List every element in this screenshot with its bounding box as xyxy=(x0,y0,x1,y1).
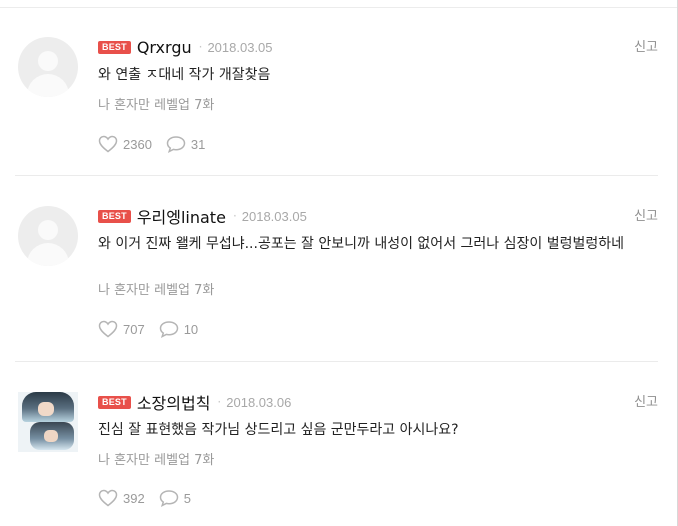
report-button[interactable]: 신고 xyxy=(634,205,658,224)
reply-count: 5 xyxy=(183,490,191,506)
heart-icon xyxy=(98,135,118,153)
comment-date: 2018.03.06 xyxy=(226,394,292,410)
report-button[interactable]: 신고 xyxy=(634,36,658,55)
comment-date: 2018.03.05 xyxy=(207,39,273,55)
like-button[interactable]: 707 xyxy=(98,320,145,338)
speech-bubble-icon xyxy=(166,136,186,153)
comment-header: BEST Qrxrgu · 2018.03.05 xyxy=(98,36,273,58)
best-badge: BEST xyxy=(98,395,131,409)
separator-dot: · xyxy=(198,40,203,54)
speech-bubble-icon xyxy=(159,490,178,507)
like-button[interactable]: 392 xyxy=(98,489,145,507)
comment-text: 와 연출 ㅈ대네 작가 개잘찾음 xyxy=(98,67,271,83)
best-badge: BEST xyxy=(98,209,131,223)
episode-label[interactable]: 나 혼자만 레벨업 7화 xyxy=(98,449,214,468)
like-count: 707 xyxy=(123,321,145,337)
like-count: 2360 xyxy=(123,136,152,152)
comment-header: BEST 소장의법칙 · 2018.03.06 xyxy=(98,391,291,413)
heart-icon xyxy=(98,489,118,507)
episode-label[interactable]: 나 혼자만 레벨업 7화 xyxy=(98,279,214,298)
divider xyxy=(15,175,658,176)
comment-actions: 2360 31 xyxy=(98,135,205,153)
separator-dot: · xyxy=(232,209,237,223)
comment-actions: 392 5 xyxy=(98,489,191,507)
comment-item: BEST 소장의법칙 · 2018.03.06 신고 진심 잘 표현했음 작가님… xyxy=(15,363,658,526)
reply-count: 10 xyxy=(183,321,199,337)
report-button[interactable]: 신고 xyxy=(634,391,658,410)
reply-button[interactable]: 31 xyxy=(152,135,205,153)
heart-icon xyxy=(98,320,118,338)
best-badge: BEST xyxy=(98,40,131,54)
reply-button[interactable]: 5 xyxy=(145,489,191,507)
comment-text: 진심 잘 표현했음 작가님 상드리고 싶음 군만두라고 아시나요? xyxy=(98,422,459,438)
divider xyxy=(15,361,658,362)
username[interactable]: Qrxrgu xyxy=(137,38,192,57)
comment-item: BEST 우리엥linate · 2018.03.05 신고 와 이거 진짜 왤… xyxy=(15,177,658,362)
username[interactable]: 소장의법칙 xyxy=(137,390,211,414)
like-count: 392 xyxy=(123,490,145,506)
like-button[interactable]: 2360 xyxy=(98,135,152,153)
comment-actions: 707 10 xyxy=(98,320,198,338)
avatar[interactable] xyxy=(18,37,78,97)
episode-label[interactable]: 나 혼자만 레벨업 7화 xyxy=(98,94,214,113)
comment-header: BEST 우리엥linate · 2018.03.05 xyxy=(98,205,307,227)
reply-button[interactable]: 10 xyxy=(145,320,198,338)
avatar[interactable] xyxy=(18,206,78,266)
top-border xyxy=(0,0,678,8)
username[interactable]: 우리엥linate xyxy=(137,204,226,228)
comment-item: BEST Qrxrgu · 2018.03.05 신고 와 연출 ㅈ대네 작가 … xyxy=(15,8,658,179)
comment-text: 와 이거 진짜 왤케 무섭냐...공포는 잘 안보니까 내성이 없어서 그러나 … xyxy=(98,236,624,252)
avatar[interactable] xyxy=(18,392,78,452)
separator-dot: · xyxy=(217,395,222,409)
reply-count: 31 xyxy=(190,136,206,152)
comment-date: 2018.03.05 xyxy=(241,208,307,224)
speech-bubble-icon xyxy=(159,321,178,338)
